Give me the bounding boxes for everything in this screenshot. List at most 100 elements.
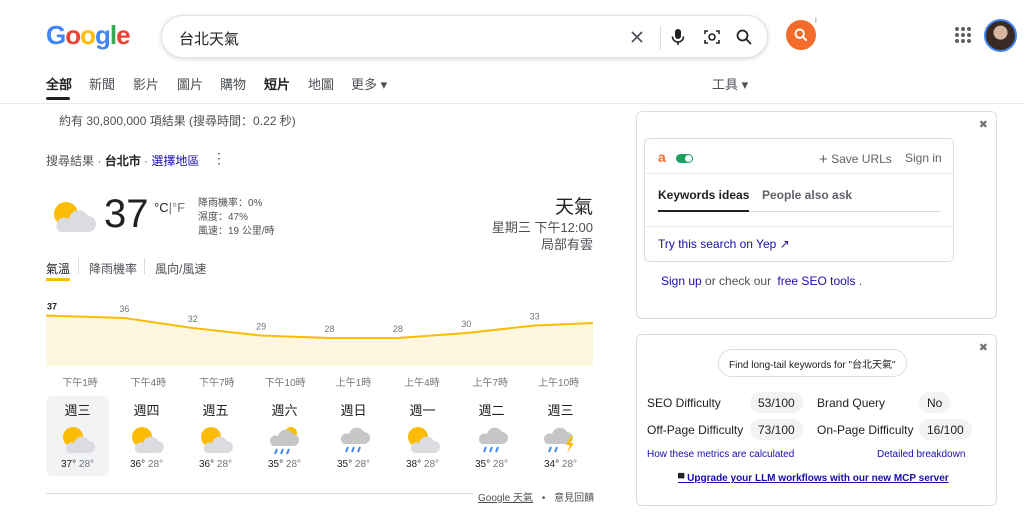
temperature-data-label: 37	[47, 302, 57, 312]
choose-region-link[interactable]: 選擇地區	[151, 154, 199, 168]
active-weather-tab-indicator	[46, 278, 70, 281]
seo-metrics-panel: ✖ Find long-tail keywords for "台北天氣" SEO…	[636, 334, 997, 506]
search-icon	[794, 28, 808, 42]
forecast-temps: 35° 28°	[460, 459, 523, 470]
save-urls-label: Save URLs	[831, 152, 892, 166]
weather-title: 天氣	[554, 197, 593, 218]
forecast-day[interactable]: 週四 36° 28°	[115, 396, 178, 476]
apps-grid-icon[interactable]	[955, 27, 971, 43]
low-temp: 28°	[285, 459, 302, 470]
on-page-difficulty-label: On-Page Difficulty	[817, 423, 914, 437]
seo-difficulty-label: SEO Difficulty	[647, 396, 721, 410]
try-yep-link[interactable]: Try this search on Yep ↗	[658, 237, 790, 251]
try-yep-label: Try this search on Yep	[658, 237, 777, 251]
fahrenheit-unit[interactable]: °F	[172, 200, 185, 215]
weather-details: 降雨機率：0% 濕度：47% 風速：19 公里/時	[198, 197, 275, 239]
forecast-day[interactable]: 週六 35° 28°	[253, 396, 316, 476]
camera-lens-icon[interactable]	[700, 25, 724, 49]
forecast-day[interactable]: 週五 36° 28°	[184, 396, 247, 476]
close-icon[interactable]: ✖	[979, 341, 988, 354]
tab-keywords-ideas[interactable]: Keywords ideas	[658, 188, 749, 202]
rain-chance: 降雨機率：0%	[198, 198, 263, 209]
low-temp: 28°	[354, 459, 371, 470]
low-temp: 28°	[492, 459, 509, 470]
forecast-day[interactable]: 週三 34° 28°	[529, 396, 592, 476]
find-longtail-button[interactable]: Find long-tail keywords for "台北天氣"	[718, 349, 907, 377]
partly-cloudy-icon	[46, 196, 98, 241]
forecast-temps: 35° 28°	[253, 459, 316, 470]
high-temp: 35°	[336, 459, 353, 470]
logo-letter: G	[46, 20, 66, 50]
temperature-data-label: 30	[461, 319, 471, 329]
high-temp: 35°	[267, 459, 284, 470]
forecast-day[interactable]: 週二 35° 28°	[460, 396, 523, 476]
partly-cloudy-icon	[184, 423, 247, 457]
tab-people-also-ask[interactable]: People also ask	[762, 188, 852, 202]
breadcrumb-city: 台北市	[104, 154, 141, 168]
feedback-link[interactable]: 意見回饋	[554, 493, 594, 504]
forecast-day-name: 週五	[202, 403, 229, 418]
clear-icon[interactable]	[625, 25, 649, 49]
forecast-day-name: 週二	[478, 403, 505, 418]
temperature-data-label: 29	[256, 322, 266, 332]
tab-shopping[interactable]: 購物	[220, 74, 246, 93]
celsius-unit[interactable]: °C	[154, 200, 169, 215]
detailed-breakdown-link[interactable]: Detailed breakdown	[877, 449, 965, 460]
tab-all[interactable]: 全部	[46, 74, 72, 93]
weather-footer: Google 天氣 • 意見回饋	[474, 489, 599, 504]
info-icon[interactable]: i	[815, 16, 817, 25]
brand-query-label: Brand Query	[817, 396, 886, 410]
monitor-icon: ▀	[678, 473, 685, 483]
forecast-day[interactable]: 週日 35° 28°	[322, 396, 385, 476]
hour-label: 下午1時	[62, 378, 98, 389]
tab-videos[interactable]: 影片	[133, 74, 159, 93]
tab-images[interactable]: 圖片	[177, 74, 203, 93]
tab-temperature[interactable]: 氣溫	[46, 260, 70, 277]
free-seo-tools-link[interactable]: free SEO tools	[777, 274, 855, 288]
how-calculated-link[interactable]: How these metrics are calculated	[647, 449, 794, 460]
sign-up-link[interactable]: Sign up	[661, 274, 702, 288]
tab-more[interactable]: 更多 ▾	[351, 74, 387, 93]
more-options-icon[interactable]: ⋮	[212, 150, 226, 167]
upgrade-link[interactable]: ▀ Upgrade your LLM workflows with our ne…	[678, 473, 949, 484]
google-logo[interactable]: Google	[46, 20, 131, 51]
forecast-temps: 37° 28°	[46, 459, 109, 470]
google-weather-link[interactable]: Google 天氣	[478, 493, 533, 504]
forecast-day-name: 週三	[547, 403, 574, 418]
tab-precipitation[interactable]: 降雨機率	[89, 260, 137, 277]
high-temp: 38°	[405, 459, 422, 470]
search-input[interactable]: 台北天氣	[179, 28, 239, 49]
extension-search-button[interactable]	[786, 20, 816, 50]
forecast-day-name: 週六	[271, 403, 298, 418]
weather-summary: 天氣 星期三 下午12:00 局部有雲	[492, 192, 593, 253]
low-temp: 28°	[561, 459, 578, 470]
ahrefs-logo: a	[658, 149, 666, 165]
unit-toggle: °C|°F	[154, 200, 185, 215]
tab-maps[interactable]: 地圖	[308, 74, 334, 93]
sign-in-link[interactable]: Sign in	[905, 151, 942, 165]
close-icon[interactable]: ✖	[979, 118, 988, 131]
tab-wind[interactable]: 風向/風速	[155, 260, 206, 277]
tools-button[interactable]: 工具 ▾	[712, 74, 748, 93]
footer-dot: •	[541, 493, 546, 504]
partly-cloudy-icon	[391, 423, 454, 457]
tab-news[interactable]: 新聞	[89, 74, 115, 93]
search-icon[interactable]	[732, 25, 756, 49]
forecast-day[interactable]: 週一 38° 28°	[391, 396, 454, 476]
forecast-day-name: 週三	[64, 403, 91, 418]
rain-icon	[322, 423, 385, 457]
forecast-day[interactable]: 週三 37° 28°	[46, 396, 109, 476]
search-box[interactable]: 台北天氣	[161, 15, 768, 58]
brand-query-value: No	[919, 392, 951, 413]
microphone-icon[interactable]	[666, 25, 690, 49]
on-page-difficulty-value: 16/100	[919, 419, 972, 440]
tab-shorts[interactable]: 短片	[264, 74, 290, 93]
avatar[interactable]	[984, 19, 1017, 52]
extension-toggle[interactable]	[676, 154, 693, 163]
active-tab-indicator	[658, 210, 749, 212]
widget-divider	[645, 226, 953, 227]
forecast-temps: 38° 28°	[391, 459, 454, 470]
temperature-chart: 37 36 32 29 28 28 30 33	[46, 302, 593, 366]
save-urls-button[interactable]: + Save URLs	[819, 151, 892, 168]
temperature-area	[46, 315, 593, 366]
